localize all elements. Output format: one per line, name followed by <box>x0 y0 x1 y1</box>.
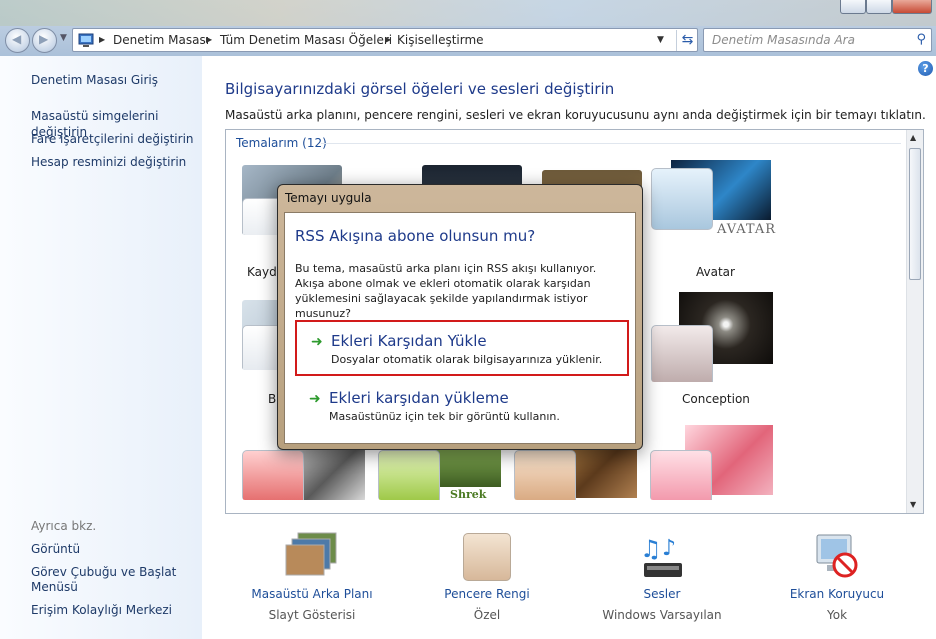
desktop-background-icon <box>285 532 337 576</box>
search-placeholder: Denetim Masasında Ara <box>712 33 855 47</box>
dont-download-title: Ekleri karşıdan yükleme <box>329 389 509 407</box>
dialog-title: Temayı uygula <box>285 191 372 205</box>
dialog-text: Bu tema, masaüstü arka planı için RSS ak… <box>295 262 597 320</box>
download-attachments-sub: Dosyalar otomatik olarak bilgisayarınıza… <box>331 353 603 366</box>
theme-label-conception: Conception <box>682 392 750 406</box>
address-dropdown-icon[interactable]: ▼ <box>657 35 664 45</box>
history-dropdown-icon[interactable]: ▼ <box>60 33 67 43</box>
apply-theme-dialog: Temayı uygula RSS Akışına abone olunsun … <box>277 184 643 450</box>
svg-text:♪: ♪ <box>662 536 676 561</box>
search-icon[interactable]: ⚲ <box>916 32 926 47</box>
help-icon[interactable]: ? <box>918 61 933 76</box>
ease-of-access-link[interactable]: Erişim Kolaylığı Merkezi <box>31 602 172 618</box>
close-button[interactable] <box>892 0 932 14</box>
sounds-icon: ♫ ♪ <box>640 535 682 577</box>
screen-saver-label[interactable]: Ekran Koruyucu <box>767 587 907 601</box>
scroll-down-icon[interactable]: ▼ <box>910 500 916 509</box>
color-swatch <box>514 450 576 500</box>
group-separator <box>321 143 901 144</box>
search-input[interactable]: Denetim Masasında Ara ⚲ <box>703 28 932 52</box>
shrek-logo: Shrek <box>450 488 487 500</box>
theme-thumbnail-conception[interactable] <box>651 290 776 382</box>
dialog-question: RSS Akışına abone olunsun mu? <box>295 227 536 245</box>
breadcrumb-personalization[interactable]: Kişiselleştirme <box>397 33 484 47</box>
forward-button[interactable]: ▶ <box>32 28 57 53</box>
forward-arrow-icon: ▶ <box>39 32 49 46</box>
control-panel-home-link[interactable]: Denetim Masası Giriş <box>31 72 158 88</box>
taskbar-link[interactable]: Görev Çubuğu ve Başlat <box>31 564 176 580</box>
control-panel-icon <box>78 33 94 47</box>
theme-thumbnail-avatar[interactable]: AVATAR <box>651 160 776 250</box>
color-swatch <box>378 450 440 500</box>
avatar-logo: AVATAR <box>717 222 776 237</box>
color-swatch <box>651 325 713 382</box>
desktop-background-label[interactable]: Masaüstü Arka Planı <box>242 587 382 601</box>
theme-gallery-scrollbar[interactable]: ▲ ▼ <box>906 130 923 513</box>
scroll-up-icon[interactable]: ▲ <box>910 133 916 142</box>
minimize-button[interactable] <box>840 0 866 14</box>
refresh-icon[interactable]: ⇆ <box>676 30 698 51</box>
account-picture-link[interactable]: Hesap resminizi değiştirin <box>31 154 186 170</box>
window-color-label[interactable]: Pencere Rengi <box>417 587 557 601</box>
svg-text:♫: ♫ <box>640 535 662 563</box>
address-bar[interactable]: ▶ Denetim Masası ▶ Tüm Denetim Masası Öğ… <box>72 28 698 52</box>
dialog-body: RSS Akışına abone olunsun mu? Bu tema, m… <box>284 212 636 444</box>
window-color-sub: Özel <box>473 608 501 622</box>
breadcrumb-all-items[interactable]: Tüm Denetim Masası Öğeleri <box>220 33 392 47</box>
green-arrow-icon: ➜ <box>311 334 323 350</box>
back-button[interactable]: ◀ <box>5 28 30 53</box>
breadcrumb-control-panel[interactable]: Denetim Masası <box>113 33 209 47</box>
navigation-bar: ◀ ▶ ▼ ▶ Denetim Masası ▶ Tüm Denetim Mas… <box>0 26 936 56</box>
screen-saver-sub: Yok <box>826 608 848 622</box>
back-arrow-icon: ◀ <box>12 32 22 46</box>
dont-download-option[interactable]: ➜ Ekleri karşıdan yükleme Masaüstünüz iç… <box>295 379 629 435</box>
theme-thumbnail[interactable] <box>650 420 775 500</box>
breadcrumb-separator-icon[interactable]: ▶ <box>385 35 391 44</box>
left-navigation-pane: Denetim Masası Giriş Masaüstü simgelerin… <box>0 56 202 639</box>
download-attachments-title: Ekleri Karşıdan Yükle <box>331 332 487 350</box>
dont-download-sub: Masaüstünüz için tek bir görüntü kullanı… <box>329 410 560 423</box>
desktop-background-sub: Slayt Gösterisi <box>268 608 356 622</box>
theme-label-avatar: Avatar <box>696 265 735 279</box>
aero-glass <box>0 0 936 26</box>
theme-settings-bar: Masaüstü Arka Planı Slayt Gösterisi Penc… <box>202 525 936 639</box>
sounds-sub: Windows Varsayılan <box>602 608 722 622</box>
taskbar-link-cont[interactable]: Menüsü <box>31 579 78 595</box>
page-title: Bilgisayarınızdaki görsel öğeleri ve ses… <box>225 80 615 98</box>
scrollbar-thumb[interactable] <box>909 148 921 280</box>
mouse-pointers-link[interactable]: Fare işaretçilerini değiştirin <box>31 131 194 147</box>
maximize-button[interactable] <box>866 0 892 14</box>
color-swatch <box>242 450 304 500</box>
window-color-swatch <box>463 533 511 581</box>
color-swatch <box>651 168 713 230</box>
breadcrumb-separator-icon[interactable]: ▶ <box>99 35 105 44</box>
green-arrow-icon: ➜ <box>309 391 321 407</box>
color-swatch <box>650 450 712 500</box>
breadcrumb-separator-icon[interactable]: ▶ <box>206 35 212 44</box>
see-also-heading: Ayrıca bkz. <box>31 519 97 533</box>
download-attachments-option[interactable]: ➜ Ekleri Karşıdan Yükle Dosyalar otomati… <box>295 320 629 376</box>
my-themes-group-label[interactable]: Temalarım (12) <box>236 136 327 150</box>
page-description: Masaüstü arka planını, pencere rengini, … <box>225 108 926 122</box>
sounds-label[interactable]: Sesler <box>592 587 732 601</box>
display-link[interactable]: Görüntü <box>31 541 80 557</box>
screen-saver-icon <box>816 534 858 578</box>
